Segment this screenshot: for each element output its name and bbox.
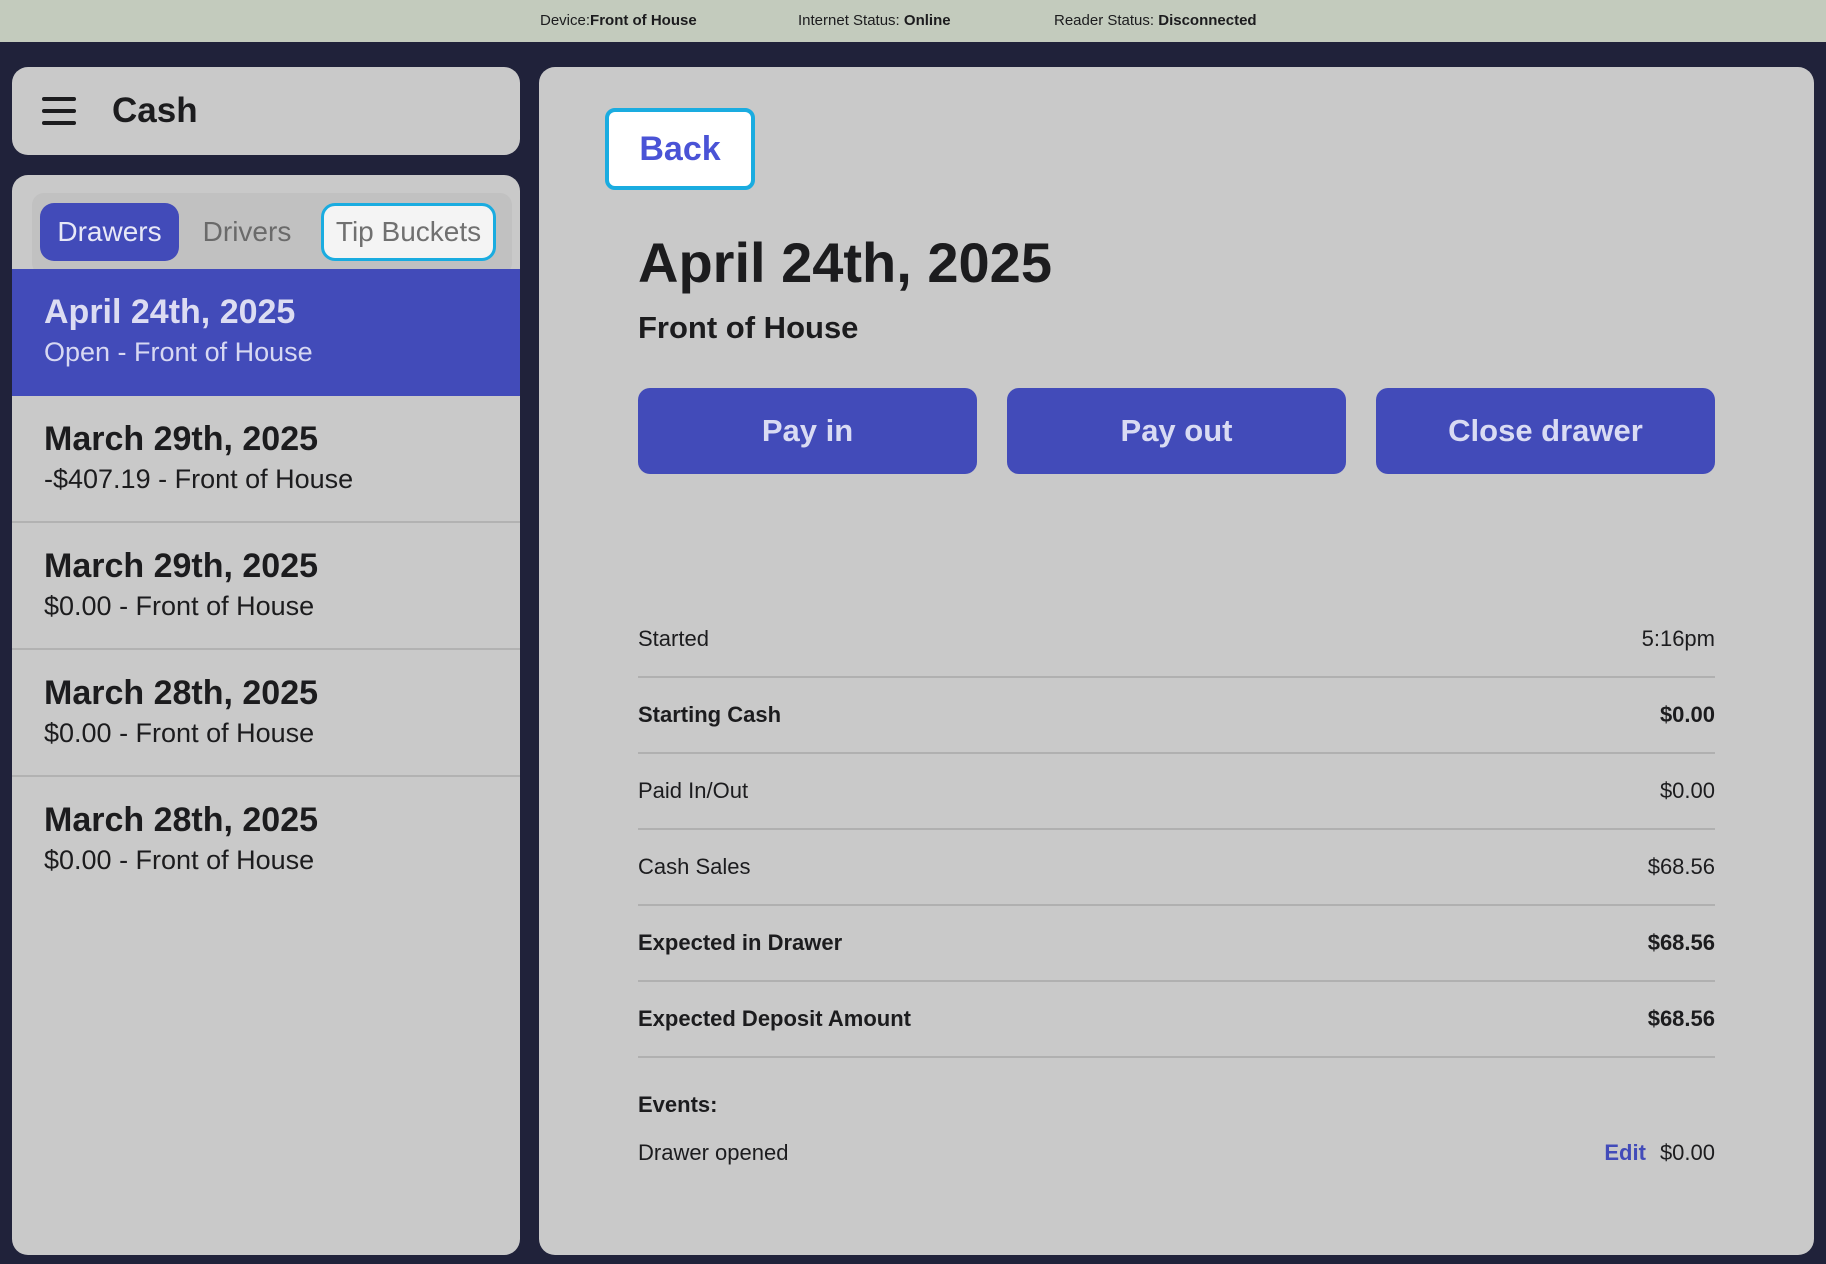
drawer-item-subtitle: $0.00 - Front of House — [44, 591, 315, 621]
stat-label: Paid In/Out — [638, 778, 749, 803]
close-drawer-button[interactable]: Close drawer — [1376, 388, 1715, 474]
internet-status: Internet Status: Online — [798, 12, 951, 29]
drawer-stats: Started 5:16pm Starting Cash $0.00 Paid … — [638, 602, 1715, 1058]
event-label: Drawer opened — [638, 1140, 789, 1165]
page-title: Cash — [112, 91, 198, 130]
stat-value: 5:16pm — [1641, 626, 1715, 651]
drawer-list-item[interactable]: March 28th, 2025 $0.00 - Front of House — [12, 650, 520, 777]
internet-status-value: Online — [903, 12, 951, 29]
stat-value: $68.56 — [1647, 1006, 1715, 1031]
drawer-detail-panel: Back April 24th, 2025 Front of House Pay… — [539, 67, 1814, 1255]
stat-value: $0.00 — [1659, 702, 1715, 727]
stat-row-started: Started 5:16pm — [638, 602, 1715, 678]
event-actions: Edit $0.00 — [1604, 1140, 1715, 1166]
drawer-item-title: March 28th, 2025 — [44, 674, 319, 712]
drawer-list-item[interactable]: April 24th, 2025 Open - Front of House — [12, 269, 520, 396]
stat-row-paid-in-out: Paid In/Out $0.00 — [638, 754, 1715, 830]
drawer-detail-title: April 24th, 2025 — [638, 231, 1052, 294]
reader-status-value: Disconnected — [1158, 12, 1257, 29]
pay-out-button[interactable]: Pay out — [1007, 388, 1346, 474]
status-bar: Device:Front of House Internet Status: O… — [0, 0, 1826, 42]
back-button[interactable]: Back — [605, 108, 755, 190]
event-amount: $0.00 — [1659, 1140, 1715, 1165]
drawer-item-subtitle: $0.00 - Front of House — [44, 718, 315, 748]
tab-drawers[interactable]: Drawers — [40, 203, 179, 261]
stat-label: Cash Sales — [638, 854, 751, 879]
pay-in-button[interactable]: Pay in — [638, 388, 977, 474]
drawer-list-item[interactable]: March 29th, 2025 -$407.19 - Front of Hou… — [12, 396, 520, 523]
drawer-item-title: March 28th, 2025 — [44, 801, 319, 839]
drawer-item-subtitle: -$407.19 - Front of House — [44, 464, 354, 494]
hamburger-menu-icon[interactable] — [42, 97, 76, 125]
edit-event-link[interactable]: Edit — [1604, 1140, 1646, 1166]
tab-bar: Drawers Drivers Tip Buckets — [32, 193, 512, 275]
tab-tip-buckets[interactable]: Tip Buckets — [321, 203, 496, 261]
event-row: Drawer opened Edit $0.00 — [638, 1140, 1715, 1166]
reader-status-label: Reader Status: — [1054, 12, 1159, 29]
drawer-item-subtitle: $0.00 - Front of House — [44, 845, 315, 875]
stat-value: $0.00 — [1659, 778, 1715, 803]
device-status-label: Device: — [540, 12, 591, 29]
header-panel: Cash — [12, 67, 520, 155]
events-heading: Events: — [638, 1092, 718, 1117]
drawer-item-title: March 29th, 2025 — [44, 420, 319, 458]
internet-status-label: Internet Status: — [798, 12, 904, 29]
reader-status: Reader Status: Disconnected — [1054, 12, 1257, 29]
drawer-detail-subtitle: Front of House — [638, 310, 859, 345]
drawer-list-item[interactable]: March 28th, 2025 $0.00 - Front of House — [12, 777, 520, 904]
device-status-value: Front of House — [590, 12, 697, 29]
drawer-item-title: March 29th, 2025 — [44, 547, 319, 585]
stat-value: $68.56 — [1647, 854, 1715, 879]
drawer-list-item[interactable]: March 29th, 2025 $0.00 - Front of House — [12, 523, 520, 650]
stat-label: Expected Deposit Amount — [638, 1006, 911, 1031]
drawer-list-panel: Drawers Drivers Tip Buckets April 24th, … — [12, 175, 520, 1255]
stat-label: Starting Cash — [638, 702, 782, 727]
stat-row-expected-deposit: Expected Deposit Amount $68.56 — [638, 982, 1715, 1058]
stat-label: Expected in Drawer — [638, 930, 843, 955]
stat-row-expected-in-drawer: Expected in Drawer $68.56 — [638, 906, 1715, 982]
device-status: Device:Front of House — [540, 12, 697, 29]
stat-row-starting-cash: Starting Cash $0.00 — [638, 678, 1715, 754]
stat-row-cash-sales: Cash Sales $68.56 — [638, 830, 1715, 906]
stat-value: $68.56 — [1647, 930, 1715, 955]
drawer-item-title: April 24th, 2025 — [44, 293, 296, 331]
stat-label: Started — [638, 626, 709, 651]
drawer-item-subtitle: Open - Front of House — [44, 337, 313, 367]
tab-drivers[interactable]: Drivers — [191, 203, 303, 261]
